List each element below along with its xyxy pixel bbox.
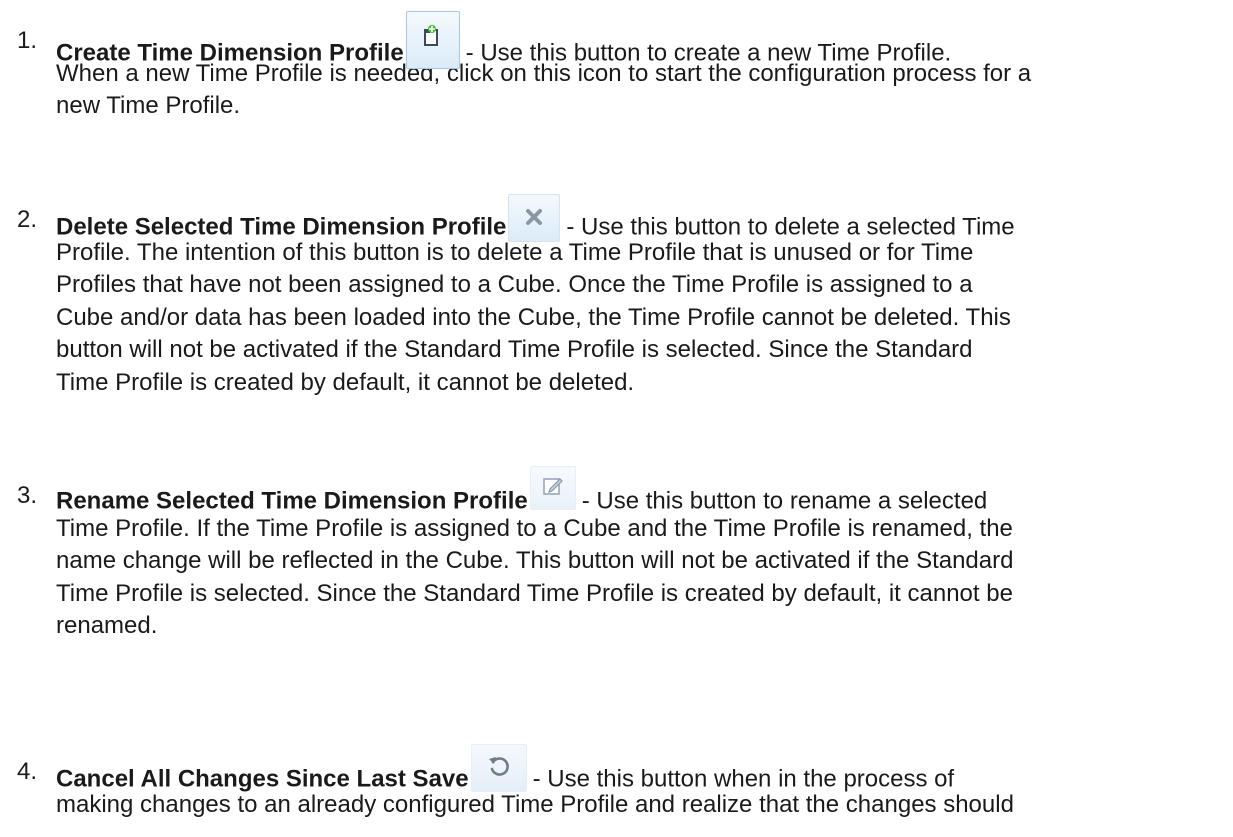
item-title: Rename Selected Time Dimension Profile [56,487,528,515]
rename-profile-button[interactable] [529,466,576,510]
create-profile-icon [423,25,438,46]
rename-icon [542,478,563,495]
item-text: Create Time Dimension Profile - Use this… [56,11,1226,123]
item-text: Cancel All Changes Since Last Save - Use… [56,744,1226,821]
create-profile-button[interactable] [405,11,460,69]
item-number: 2. [17,206,38,233]
cancel-changes-button[interactable] [470,744,527,792]
item-number: 1. [17,27,38,54]
item-text: Rename Selected Time Dimension Profile -… [56,466,1226,643]
delete-profile-button[interactable] [508,194,561,242]
undo-icon [488,757,509,776]
item-number: 3. [17,482,38,509]
delete-icon [526,209,543,225]
item-number: 4. [17,758,38,785]
item-text: Delete Selected Time Dimension Profile -… [56,194,1226,399]
